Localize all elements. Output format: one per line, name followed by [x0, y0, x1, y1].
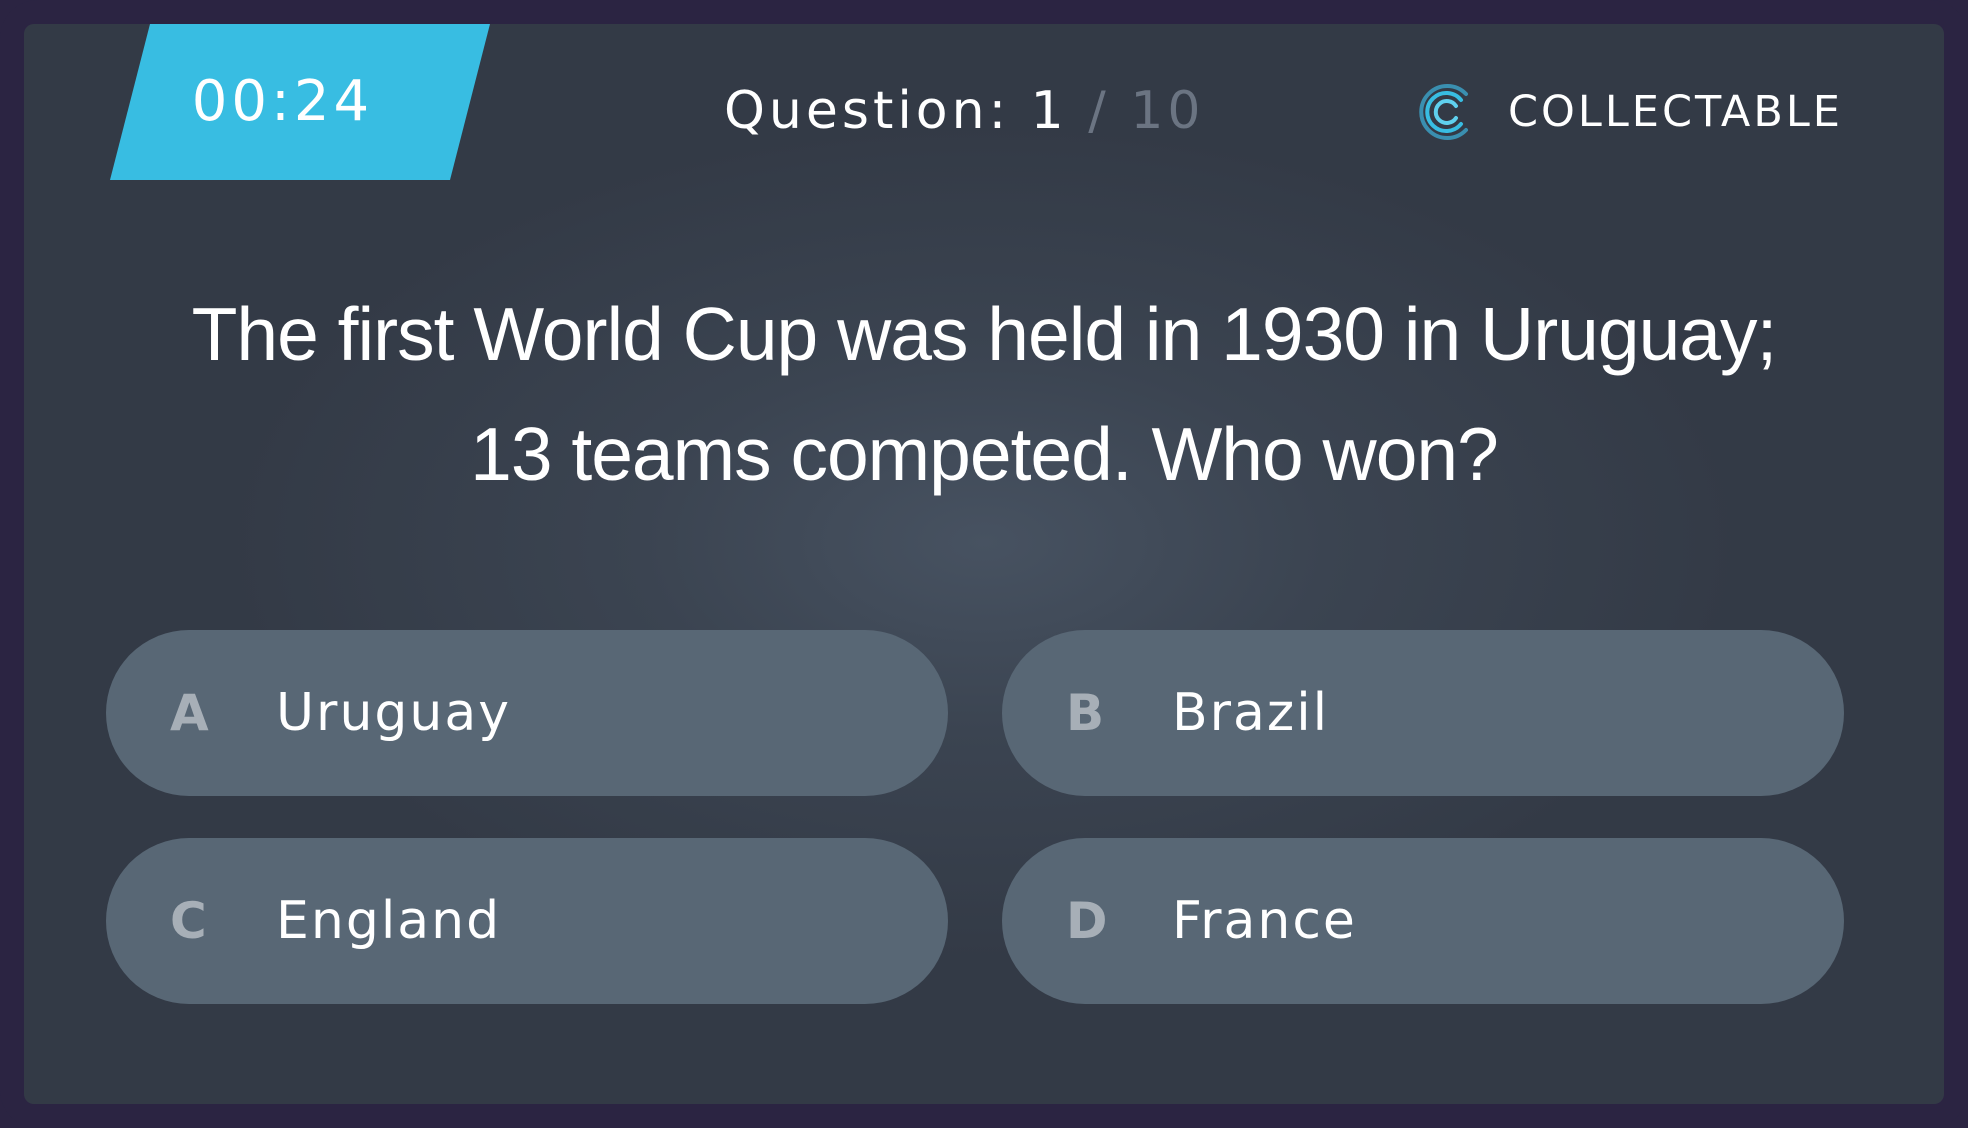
answer-option-c[interactable]: C England: [106, 838, 948, 1004]
question-counter: Question: 1 / 10: [724, 76, 1205, 146]
brand-name: COLLECTABLE: [1508, 87, 1843, 137]
answer-letter: C: [170, 892, 207, 950]
timer-value: 00:24: [191, 69, 374, 134]
answer-label: England: [276, 891, 502, 951]
answer-label: France: [1172, 891, 1357, 951]
countdown-timer: 00:24: [110, 24, 490, 180]
answer-option-a[interactable]: A Uruguay: [106, 630, 948, 796]
question-line-2: 13 teams competed. Who won?: [470, 412, 1499, 496]
answer-label: Brazil: [1172, 683, 1330, 743]
answer-option-b[interactable]: B Brazil: [1002, 630, 1844, 796]
answer-label: Uruguay: [276, 683, 511, 743]
answer-letter: D: [1066, 892, 1108, 950]
question-counter-separator: /: [1088, 81, 1110, 141]
question-line-1: The first World Cup was held in 1930 in …: [191, 292, 1778, 376]
brand-logo: COLLECTABLE: [1414, 76, 1843, 148]
question-counter-prefix: Question:: [724, 81, 1011, 141]
question-current-number: 1: [1030, 81, 1068, 141]
answer-letter: A: [170, 684, 209, 742]
app-frame: 00:24 Question: 1 / 10 COLLECTABLE The f…: [0, 0, 1968, 1128]
answer-option-d[interactable]: D France: [1002, 838, 1844, 1004]
collectable-logo-icon: [1419, 84, 1468, 140]
answer-letter: B: [1066, 684, 1105, 742]
quiz-screen: 00:24 Question: 1 / 10 COLLECTABLE The f…: [24, 24, 1944, 1104]
question-total-number: 10: [1130, 81, 1205, 141]
question-text: The first World Cup was held in 1930 in …: [84, 274, 1884, 514]
